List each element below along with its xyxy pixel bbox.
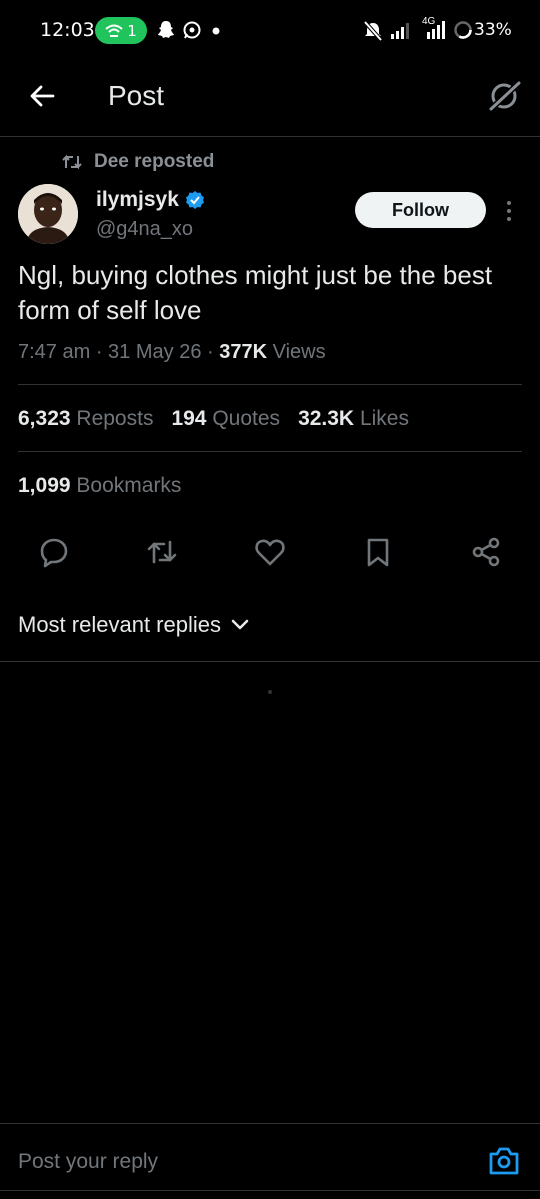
bookmarks-count: 1,099 (18, 474, 71, 497)
bookmarks-label: Bookmarks (76, 474, 182, 497)
post-meta: 7:47 am · 31 May 26 · 377K Views (18, 341, 326, 363)
action-bar (0, 536, 540, 572)
status-time: 12:03 (40, 19, 95, 41)
quotes-label: Quotes (212, 407, 281, 430)
more-options-icon[interactable] (502, 198, 516, 224)
author-name[interactable]: ilymjsyk (96, 188, 205, 212)
follow-button[interactable]: Follow (355, 192, 486, 228)
hotspot-count: 1 (127, 21, 137, 40)
likes-label: Likes (359, 407, 409, 430)
snapchat-icon (158, 21, 174, 38)
reposts-label: Reposts (76, 407, 154, 430)
battery-percent: 33% (474, 20, 512, 40)
replies-sort-label: Most relevant replies (18, 612, 221, 637)
like-icon[interactable] (254, 536, 286, 568)
post-text: Ngl, buying clothes might just be the be… (18, 260, 493, 325)
likes-count: 32.3K (298, 407, 355, 430)
repost-context[interactable]: Dee reposted (62, 151, 214, 173)
signal-1-icon (391, 23, 409, 39)
replies-sort-dropdown[interactable]: Most relevant replies (18, 612, 249, 638)
avatar[interactable] (18, 184, 78, 244)
repost-label: Dee reposted (94, 151, 215, 172)
loading-indicator (268, 690, 272, 694)
page-title: Post (108, 80, 165, 111)
repost-icon[interactable] (146, 536, 178, 568)
quotes-count: 194 (171, 407, 207, 430)
bookmarks-stat[interactable]: 1,099 Bookmarks (18, 474, 181, 498)
quotes-stat[interactable]: 194 Quotes (171, 407, 280, 431)
post-date: 31 May 26 (108, 341, 202, 363)
wifi-hotspot-icon (105, 24, 123, 37)
avatar-image (18, 184, 78, 244)
divider (18, 451, 522, 452)
chevron-down-icon (231, 619, 249, 630)
notification-dot-icon (212, 27, 220, 35)
repost-small-icon (62, 154, 82, 170)
post-time: 7:47 am (18, 341, 91, 363)
status-bar: 12:03 1 4G 33% (0, 0, 540, 62)
camera-icon[interactable] (488, 1146, 520, 1176)
divider (18, 384, 522, 385)
verified-badge-icon (185, 191, 204, 209)
reposts-stat[interactable]: 6,323 Reposts (18, 407, 153, 431)
signal-2-icon (427, 21, 445, 39)
author-handle[interactable]: @g4na_xo (96, 218, 193, 241)
divider (0, 661, 540, 662)
grok-icon[interactable] (486, 78, 522, 114)
reposts-count: 6,323 (18, 407, 71, 430)
mute-icon (363, 20, 383, 42)
top-app-bar: Post (0, 62, 540, 137)
views-count: 377K (219, 341, 268, 363)
share-icon[interactable] (470, 536, 502, 568)
likes-stat[interactable]: 32.3K Likes (298, 407, 409, 431)
battery-icon (454, 21, 472, 39)
engagement-stats: 6,323 Reposts 194 Quotes 32.3K Likes (18, 407, 409, 431)
bookmark-icon[interactable] (362, 536, 394, 568)
whatsapp-icon (183, 21, 201, 39)
author-name-text: ilymjsyk (96, 188, 179, 211)
back-arrow-icon[interactable] (27, 81, 57, 111)
reply-icon[interactable] (38, 536, 70, 568)
views-label[interactable]: Views (273, 341, 326, 363)
reply-input[interactable]: Post your reply (18, 1150, 158, 1174)
hotspot-indicator: 1 (95, 17, 147, 44)
